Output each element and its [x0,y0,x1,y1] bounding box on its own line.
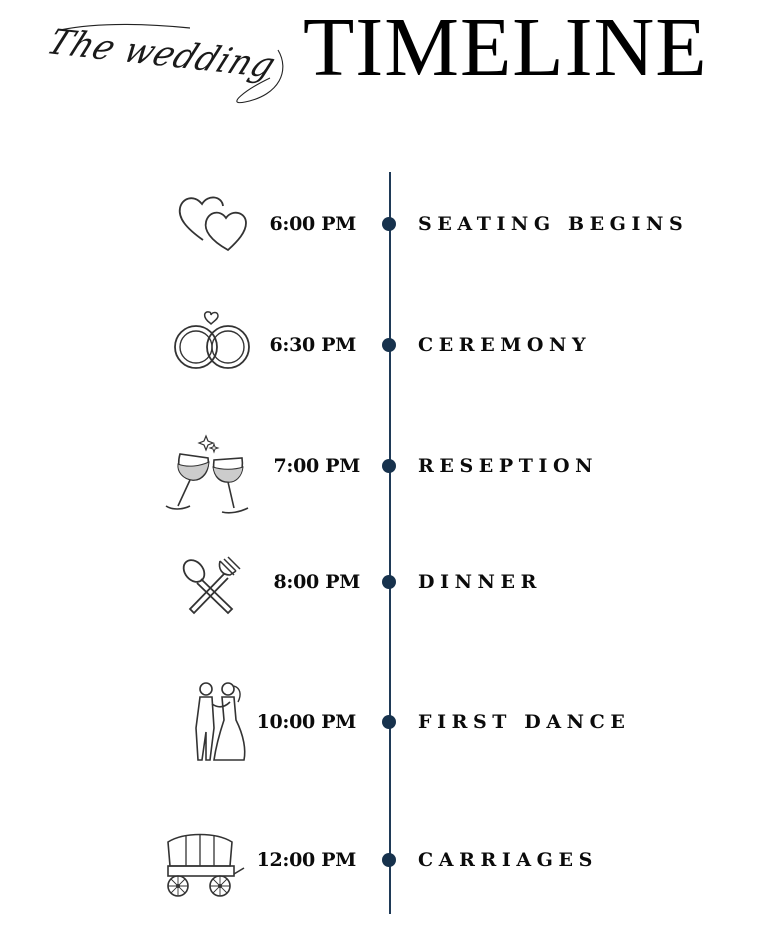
carriage-icon [164,832,246,898]
event-label: CEREMONY [418,334,592,356]
event-label: DINNER [418,571,542,593]
timeline-row: 7:00 PM RESEPTION [0,434,768,514]
event-time: 7:00 PM [273,455,360,477]
event-label: SEATING BEGINS [418,213,689,235]
event-label: CARRIAGES [418,849,598,871]
hearts-icon [176,194,250,252]
timeline-row: 10:00 PM FIRST DANCE [0,682,768,761]
timeline-row: 6:00 PM SEATING BEGINS [0,196,768,252]
header: The wedding TIMELINE [0,0,768,120]
event-time: 6:30 PM [269,334,356,356]
page-title: TIMELINE [303,1,708,94]
timeline-row: 8:00 PM DINNER [0,556,768,615]
timeline-dot [382,217,396,231]
wine-glasses-icon [162,434,254,518]
couple-dance-icon [190,680,246,764]
event-time: 6:00 PM [269,213,356,235]
timeline-dot [382,575,396,589]
rings-icon [172,309,252,371]
timeline-line [389,172,391,914]
event-label: FIRST DANCE [418,711,631,733]
event-time: 10:00 PM [256,711,357,733]
fork-spoon-icon [182,556,242,615]
timeline-row: 6:30 PM CEREMONY [0,311,768,369]
timeline-row: 12:00 PM CARRIAGES [0,833,768,897]
event-label: RESEPTION [418,455,599,477]
event-time: 12:00 PM [256,849,357,871]
timeline-dot [382,338,396,352]
timeline-dot [382,853,396,867]
timeline-dot [382,459,396,473]
timeline-dot [382,715,396,729]
event-time: 8:00 PM [273,571,360,593]
